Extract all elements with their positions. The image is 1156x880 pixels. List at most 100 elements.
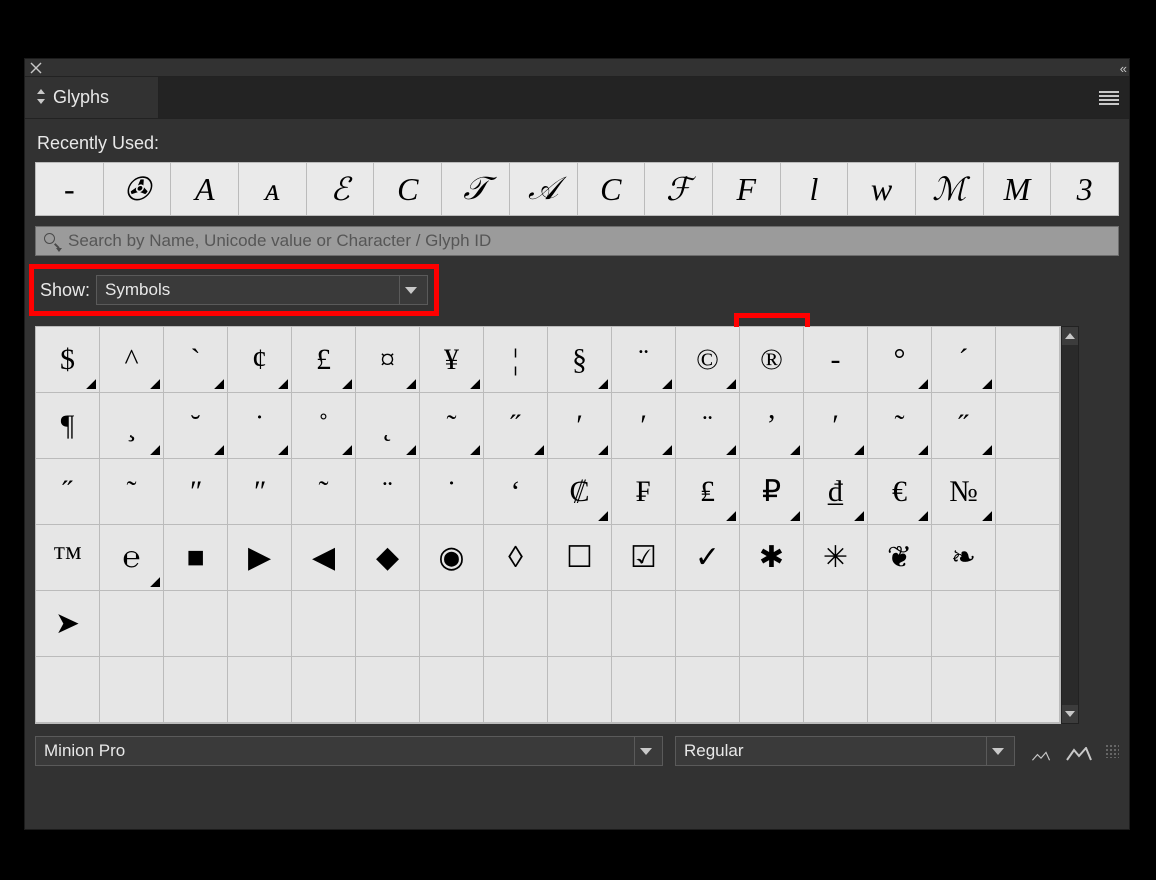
glyph-cell[interactable]	[228, 657, 292, 723]
glyph-cell[interactable]: ✓	[676, 525, 740, 591]
glyph-cell[interactable]: ™	[36, 525, 100, 591]
glyph-cell[interactable]: ʹ	[612, 393, 676, 459]
glyph-cell[interactable]	[356, 591, 420, 657]
glyph-cell[interactable]: ✱	[740, 525, 804, 591]
glyph-cell[interactable]: ¥	[420, 327, 484, 393]
glyph-cell[interactable]	[996, 525, 1060, 591]
recent-glyph[interactable]: ℳ	[916, 163, 984, 215]
glyph-cell[interactable]: ®	[740, 327, 804, 393]
glyph-cell[interactable]: ¶	[36, 393, 100, 459]
glyph-cell[interactable]: ❦	[868, 525, 932, 591]
glyph-cell[interactable]: ■	[164, 525, 228, 591]
glyph-cell[interactable]: ʻ	[484, 459, 548, 525]
glyph-cell[interactable]: `	[164, 327, 228, 393]
glyph-cell[interactable]: ˚	[292, 393, 356, 459]
font-style-dropdown[interactable]: Regular	[675, 736, 1015, 766]
glyph-cell[interactable]: ˝	[932, 393, 996, 459]
glyph-cell[interactable]: £	[292, 327, 356, 393]
glyph-cell[interactable]: ˜	[868, 393, 932, 459]
glyph-cell[interactable]: ˘	[164, 393, 228, 459]
glyph-cell[interactable]	[804, 591, 868, 657]
recent-glyph[interactable]: -	[36, 163, 104, 215]
glyph-cell[interactable]	[228, 591, 292, 657]
glyph-cell[interactable]	[996, 393, 1060, 459]
glyph-cell[interactable]: ˜	[420, 393, 484, 459]
glyph-cell[interactable]: ˝	[36, 459, 100, 525]
glyph-cell[interactable]	[804, 657, 868, 723]
recent-glyph[interactable]: w	[848, 163, 916, 215]
recent-glyph[interactable]: 𝒯	[442, 163, 510, 215]
glyph-cell[interactable]	[996, 591, 1060, 657]
glyph-cell[interactable]	[932, 657, 996, 723]
glyph-cell[interactable]	[932, 591, 996, 657]
glyph-cell[interactable]	[292, 657, 356, 723]
glyph-cell[interactable]: ʺ	[228, 459, 292, 525]
glyph-cell[interactable]	[996, 459, 1060, 525]
glyph-cell[interactable]: ˛	[356, 393, 420, 459]
glyph-cell[interactable]: ✳	[804, 525, 868, 591]
glyph-cell[interactable]: ©	[676, 327, 740, 393]
glyph-cell[interactable]	[548, 591, 612, 657]
glyph-cell[interactable]	[996, 327, 1060, 393]
glyph-cell[interactable]: ¦	[484, 327, 548, 393]
resize-grip[interactable]	[1105, 744, 1119, 758]
glyph-cell[interactable]: ▶	[228, 525, 292, 591]
glyph-cell[interactable]: §	[548, 327, 612, 393]
recent-glyph[interactable]: ℱ	[645, 163, 713, 215]
glyph-cell[interactable]	[484, 591, 548, 657]
glyph-cell[interactable]: ₤	[676, 459, 740, 525]
scroll-up-button[interactable]	[1062, 327, 1078, 345]
recent-glyph[interactable]: A	[171, 163, 239, 215]
recent-glyph[interactable]: l	[781, 163, 849, 215]
flyout-menu-icon[interactable]	[1099, 91, 1119, 105]
glyph-cell[interactable]: ¨	[612, 327, 676, 393]
glyph-cell[interactable]	[612, 591, 676, 657]
glyph-cell[interactable]: ❧	[932, 525, 996, 591]
glyph-cell[interactable]: ˙	[420, 459, 484, 525]
glyph-cell[interactable]: ◉	[420, 525, 484, 591]
glyph-cell[interactable]: ʹ	[804, 393, 868, 459]
glyph-cell[interactable]: ^	[100, 327, 164, 393]
glyph-cell[interactable]: ʼ	[740, 393, 804, 459]
search-field[interactable]: Search by Name, Unicode value or Charact…	[35, 226, 1119, 256]
glyph-cell[interactable]: ◊	[484, 525, 548, 591]
glyph-cell[interactable]: ➤	[36, 591, 100, 657]
recent-glyph[interactable]: 3	[1051, 163, 1118, 215]
recent-glyph[interactable]: 𝒜	[510, 163, 578, 215]
glyph-cell[interactable]: ☐	[548, 525, 612, 591]
glyph-cell[interactable]: ˝	[484, 393, 548, 459]
glyph-cell[interactable]: ₽	[740, 459, 804, 525]
glyph-cell[interactable]: ◀	[292, 525, 356, 591]
scroll-track[interactable]	[1062, 345, 1078, 705]
glyph-cell[interactable]	[420, 657, 484, 723]
glyph-cell[interactable]: ¢	[228, 327, 292, 393]
recent-glyph[interactable]: ᴀ	[239, 163, 307, 215]
glyph-cell[interactable]: ◆	[356, 525, 420, 591]
zoom-out-button[interactable]	[1027, 741, 1055, 761]
glyph-cell[interactable]	[996, 657, 1060, 723]
glyph-cell[interactable]	[740, 591, 804, 657]
collapse-icon[interactable]: «	[1120, 61, 1123, 76]
glyph-cell[interactable]: ´	[932, 327, 996, 393]
glyph-cell[interactable]	[420, 591, 484, 657]
glyph-cell[interactable]	[676, 591, 740, 657]
glyph-cell[interactable]	[100, 591, 164, 657]
recent-glyph[interactable]: C	[578, 163, 646, 215]
glyph-cell[interactable]	[612, 657, 676, 723]
glyph-cell[interactable]	[484, 657, 548, 723]
show-dropdown[interactable]: Symbols	[96, 275, 428, 305]
glyph-cell[interactable]: ¨	[676, 393, 740, 459]
recent-glyph[interactable]: ✇	[104, 163, 172, 215]
glyph-cell[interactable]: №	[932, 459, 996, 525]
recent-glyph[interactable]: C	[374, 163, 442, 215]
glyph-cell[interactable]: ˜	[292, 459, 356, 525]
scroll-down-button[interactable]	[1062, 705, 1078, 723]
recent-glyph[interactable]: ℰ	[307, 163, 375, 215]
glyph-cell[interactable]	[164, 657, 228, 723]
recent-glyph[interactable]: M	[984, 163, 1052, 215]
vertical-scrollbar[interactable]	[1061, 326, 1079, 724]
glyph-cell[interactable]: ℮	[100, 525, 164, 591]
font-family-dropdown[interactable]: Minion Pro	[35, 736, 663, 766]
glyph-cell[interactable]	[100, 657, 164, 723]
glyph-cell[interactable]: ₡	[548, 459, 612, 525]
